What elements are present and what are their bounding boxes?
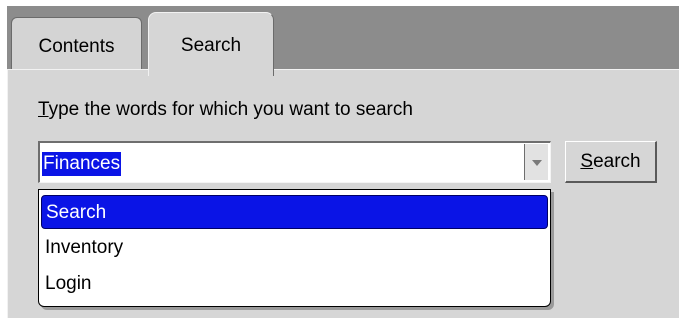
tab-contents[interactable]: Contents: [11, 17, 142, 75]
list-item-login[interactable]: Login: [41, 267, 548, 301]
tab-search[interactable]: Search: [148, 12, 274, 76]
chevron-down-icon[interactable]: [524, 144, 548, 180]
list-item-search[interactable]: Search: [41, 195, 548, 229]
search-combobox[interactable]: Finances: [38, 141, 551, 183]
search-dropdown-list: Search Inventory Login: [38, 189, 551, 307]
search-button-mnemonic: S: [580, 150, 594, 172]
tab-strip: Contents Search: [7, 6, 679, 76]
search-button[interactable]: Search: [565, 141, 657, 183]
tab-search-label: Search: [180, 35, 242, 56]
search-button-text: earch: [593, 150, 641, 172]
tab-contents-label: Contents: [38, 36, 115, 57]
search-query-value[interactable]: Finances: [42, 152, 122, 176]
list-item-inventory[interactable]: Inventory: [41, 231, 548, 265]
instruction-mnemonic: T: [38, 99, 49, 120]
instruction-text: ype the words for which you want to sear…: [48, 99, 413, 120]
search-instruction-label: Type the words for which you want to sea…: [38, 99, 413, 121]
